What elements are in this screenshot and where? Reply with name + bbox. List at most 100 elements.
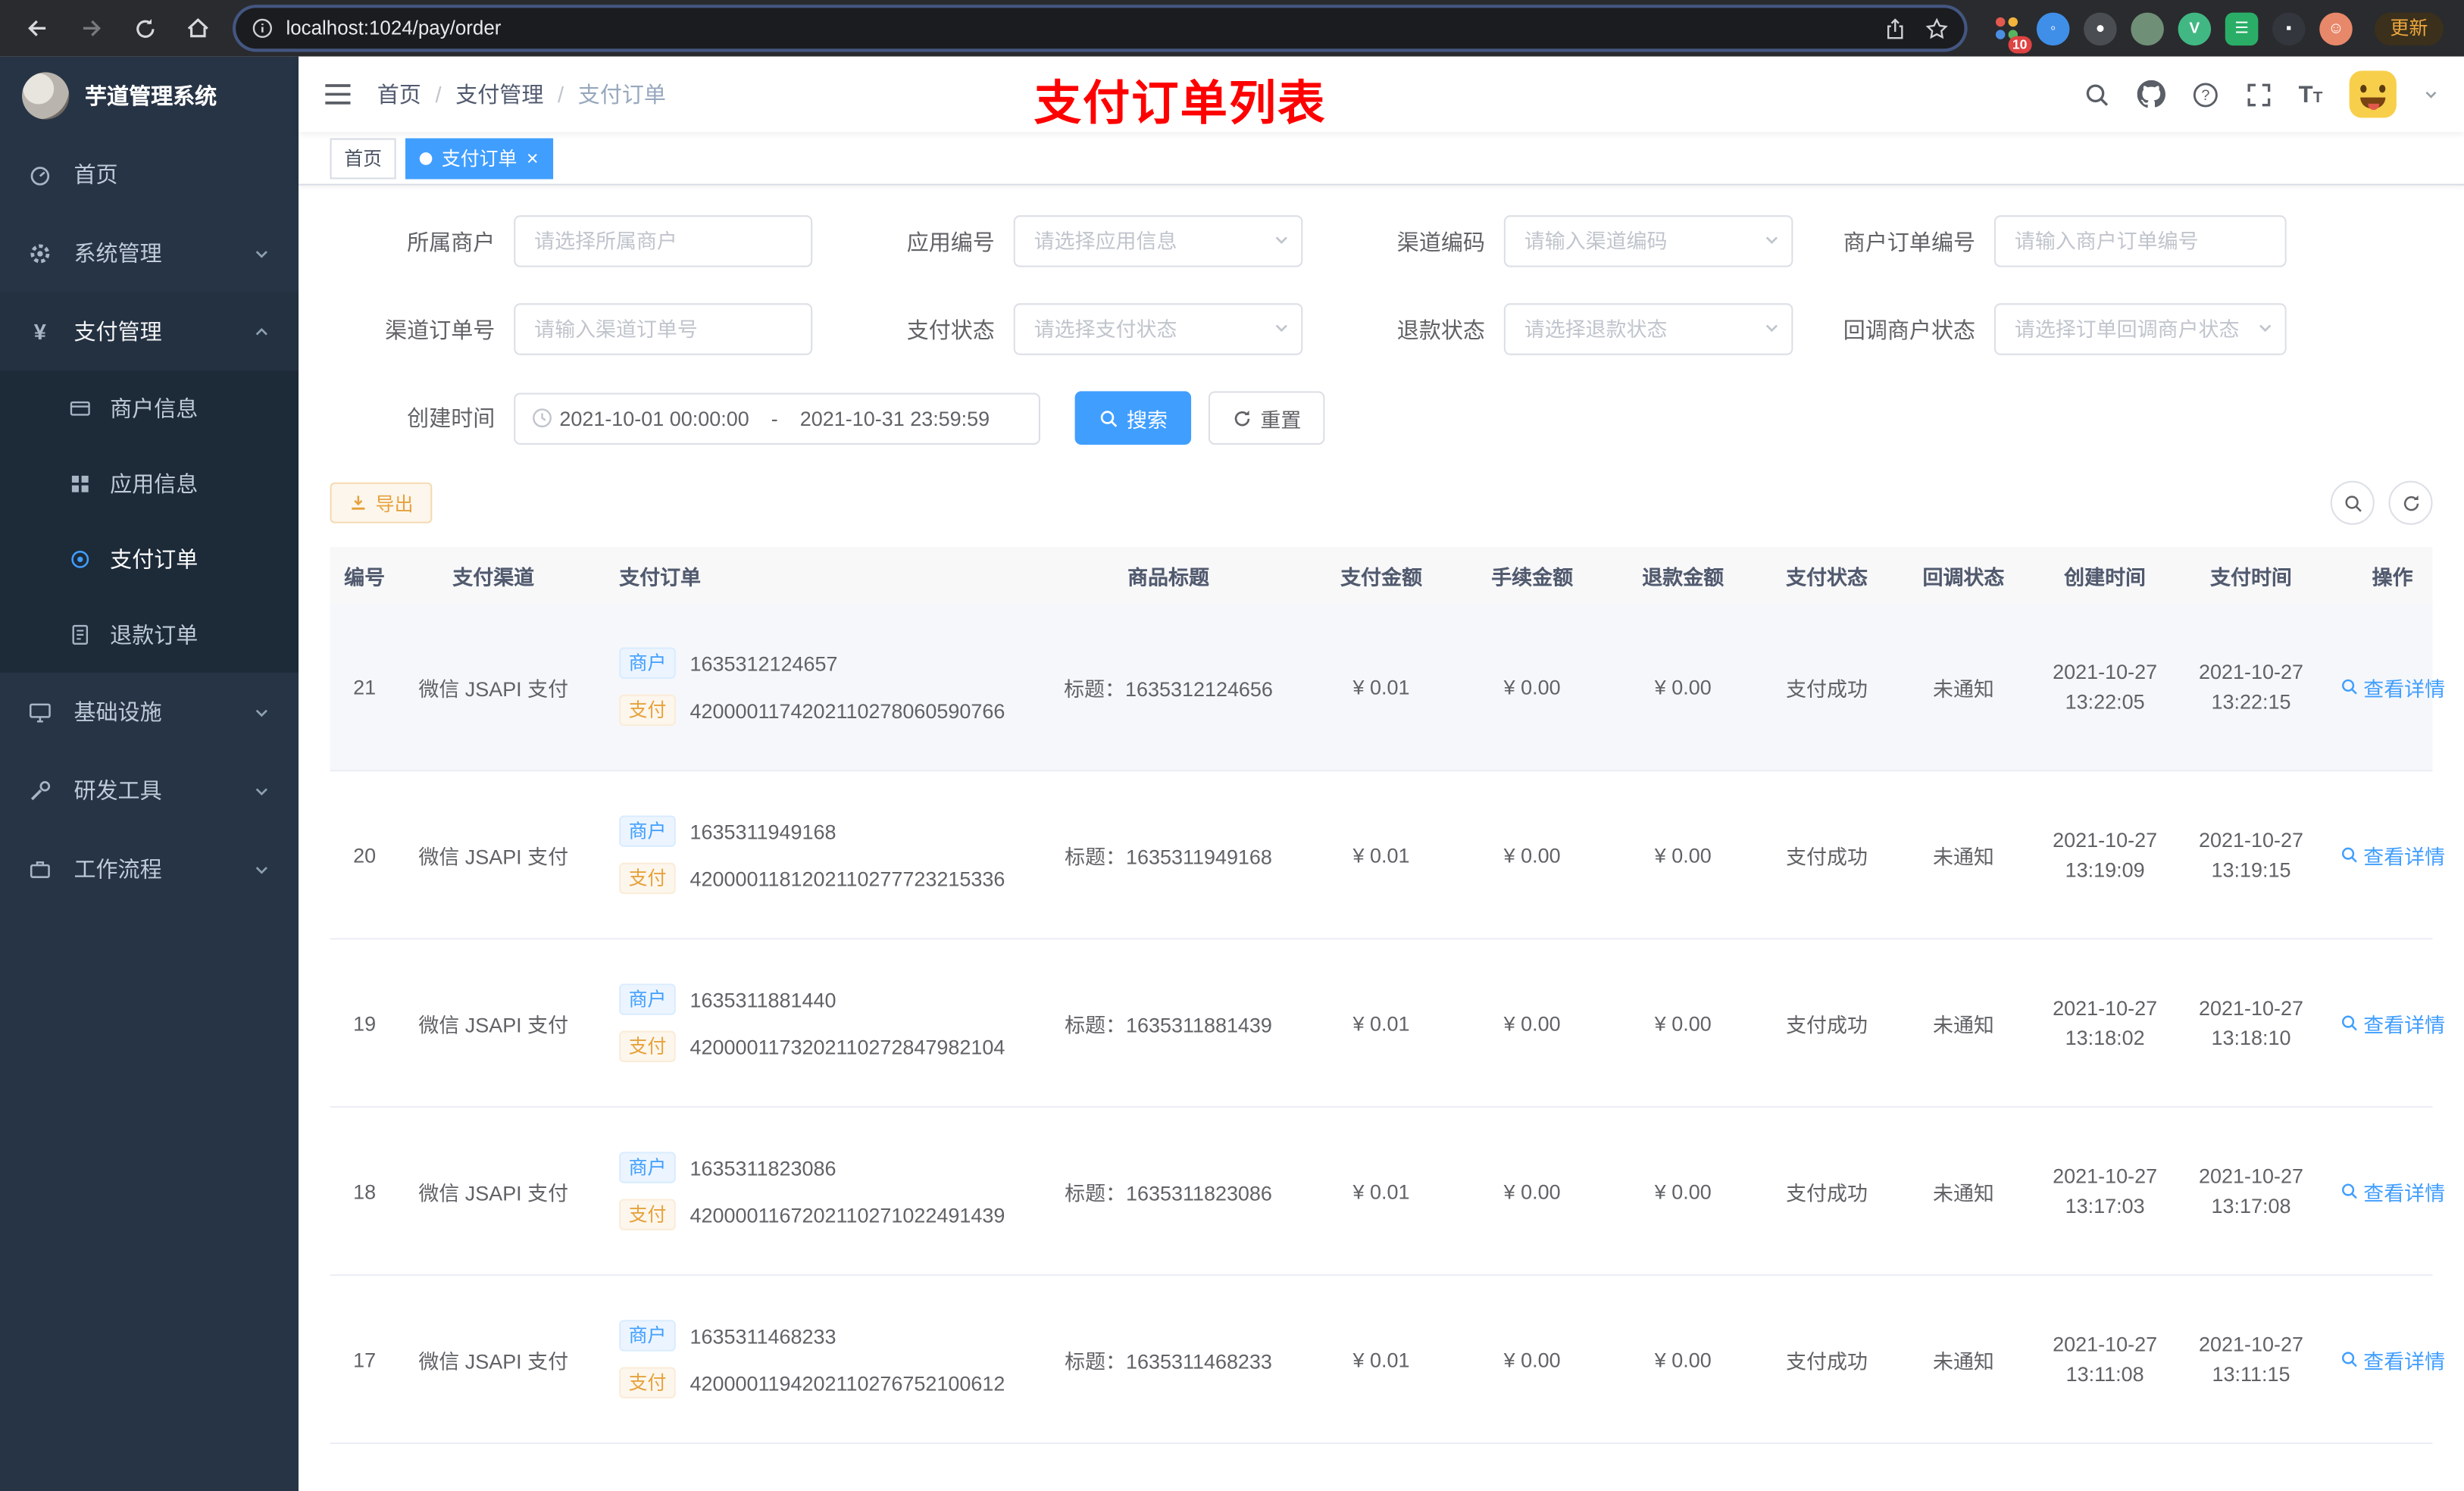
merchant-order-no: 1635311881440 bbox=[689, 987, 836, 1011]
back-icon[interactable] bbox=[16, 6, 60, 50]
sidebar-item-refund-order[interactable]: 退款订单 bbox=[0, 597, 299, 673]
col-id: 编号 bbox=[344, 564, 386, 589]
merchant-order-no-input[interactable] bbox=[1993, 215, 2287, 267]
col-subject: 商品标题 bbox=[1127, 564, 1209, 589]
export-button[interactable]: 导出 bbox=[330, 482, 433, 524]
forward-icon[interactable] bbox=[69, 6, 113, 50]
logo-title: 芋道管理系统 bbox=[84, 83, 217, 109]
cell-fee-amount: ¥ 0.00 bbox=[1503, 1179, 1561, 1203]
tab-pay-order[interactable]: 支付订单 × bbox=[405, 137, 553, 179]
filter-label: 所属商户 bbox=[407, 228, 496, 254]
help-icon[interactable]: ? bbox=[2192, 81, 2219, 108]
cell-pay-status: 支付成功 bbox=[1786, 844, 1868, 868]
search-icon[interactable] bbox=[2084, 81, 2110, 108]
sidebar-item-app-info[interactable]: 应用信息 bbox=[0, 446, 299, 522]
view-detail-link[interactable]: 查看详情 bbox=[2340, 672, 2445, 702]
extension-vue-icon[interactable]: V bbox=[2178, 11, 2212, 45]
view-detail-link[interactable]: 查看详情 bbox=[2340, 1344, 2445, 1374]
sidebar-item-pay-order[interactable]: 支付订单 bbox=[0, 522, 299, 598]
sidebar-item-system[interactable]: 系统管理 bbox=[0, 214, 299, 292]
sidebar-item-dev-tools[interactable]: 研发工具 bbox=[0, 751, 299, 830]
extension-colorful-icon[interactable]: 10 bbox=[1990, 12, 2032, 53]
search-button[interactable]: 搜索 bbox=[1074, 391, 1192, 445]
extension-blue-icon[interactable]: ◦ bbox=[2036, 11, 2070, 45]
github-icon[interactable] bbox=[2137, 80, 2165, 108]
sidebar-item-home[interactable]: 首页 bbox=[0, 135, 299, 214]
briefcase-icon bbox=[30, 860, 50, 877]
browser-menu-icon[interactable]: ⋮ bbox=[2453, 14, 2464, 42]
pay-order-no: 4200001181202110277723215336 bbox=[689, 866, 1005, 890]
filter-notify-status: 回调商户状态 bbox=[1810, 303, 2287, 355]
extension-chat-icon[interactable]: ☰ bbox=[2225, 11, 2259, 45]
filter-label: 渠道订单号 bbox=[385, 316, 496, 342]
site-info-icon[interactable] bbox=[252, 17, 274, 39]
extension-pin-icon[interactable]: ▪ bbox=[2272, 11, 2306, 45]
pay-order-no: 4200001173202110272847982104 bbox=[689, 1034, 1005, 1058]
sidebar-item-payment[interactable]: ¥ 支付管理 bbox=[0, 292, 299, 371]
tab-close-icon[interactable]: × bbox=[527, 148, 539, 168]
create-time-range[interactable]: 2021-10-01 00:00:00 - 2021-10-31 23:59:5… bbox=[514, 392, 1040, 444]
screen: localhost:1024/pay/order 10 ◦ ● V ☰ ▪ ☺ … bbox=[0, 0, 2464, 1491]
sidebar-item-workflow[interactable]: 工作流程 bbox=[0, 830, 299, 908]
sidebar-item-infra[interactable]: 基础设施 bbox=[0, 673, 299, 752]
svg-text:?: ? bbox=[2201, 86, 2209, 103]
cell-channel: 微信 JSAPI 支付 bbox=[418, 1012, 569, 1036]
breadcrumb-home[interactable]: 首页 bbox=[377, 79, 421, 110]
pay-status-select[interactable] bbox=[1013, 303, 1303, 355]
reload-icon[interactable] bbox=[123, 6, 167, 50]
extension-gray-icon[interactable]: ● bbox=[2084, 11, 2117, 45]
grid-icon bbox=[71, 475, 89, 492]
refund-status-select[interactable] bbox=[1503, 303, 1793, 355]
breadcrumb-payment[interactable]: 支付管理 bbox=[455, 79, 543, 110]
refresh-table-button[interactable] bbox=[2388, 480, 2433, 525]
sidebar-item-merchant-info[interactable]: 商户信息 bbox=[0, 370, 299, 446]
tab-label: 首页 bbox=[344, 147, 383, 170]
reset-button[interactable]: 重置 bbox=[1208, 391, 1325, 445]
cell-actions: 查看详情 bbox=[2324, 1008, 2460, 1037]
chevron-down-icon bbox=[1765, 324, 1778, 333]
fullscreen-icon[interactable] bbox=[2245, 81, 2272, 108]
hamburger-icon[interactable] bbox=[324, 82, 352, 107]
font-size-icon[interactable]: TT bbox=[2299, 81, 2323, 108]
view-detail-link[interactable]: 查看详情 bbox=[2340, 1008, 2445, 1037]
range-separator: - bbox=[771, 406, 778, 430]
tab-home[interactable]: 首页 bbox=[330, 137, 396, 179]
channel-code-select[interactable] bbox=[1503, 215, 1793, 267]
notify-status-select[interactable] bbox=[1993, 303, 2287, 355]
chevron-down-icon bbox=[255, 250, 267, 258]
app-no-select[interactable] bbox=[1013, 215, 1303, 267]
range-end: 2021-10-31 23:59:59 bbox=[799, 406, 990, 430]
view-detail-link[interactable]: 查看详情 bbox=[2340, 840, 2445, 870]
dashboard-icon bbox=[30, 166, 50, 185]
view-detail-link[interactable]: 查看详情 bbox=[2340, 1176, 2445, 1205]
merchant-input[interactable] bbox=[514, 215, 813, 267]
cell-pay-time: 2021-10-27 13:17:08 bbox=[2199, 1164, 2303, 1218]
channel-order-no-input[interactable] bbox=[514, 303, 813, 355]
cell-refund-amount: ¥ 0.00 bbox=[1654, 842, 1712, 867]
user-menu-caret-icon[interactable] bbox=[2423, 86, 2439, 102]
bookmark-star-icon[interactable] bbox=[1925, 17, 1949, 40]
refresh-icon bbox=[1234, 409, 1250, 426]
extension-avatar-icon[interactable]: ☺ bbox=[2319, 11, 2353, 45]
home-icon[interactable] bbox=[176, 6, 220, 50]
user-avatar[interactable] bbox=[2349, 70, 2397, 118]
cell-create-time: 2021-10-27 13:22:05 bbox=[2053, 660, 2158, 714]
card-icon bbox=[70, 401, 90, 416]
sidebar-item-label: 研发工具 bbox=[73, 777, 162, 803]
filter-row-1: 所属商户 应用编号 渠道编码 商户订单编号 bbox=[330, 215, 2433, 267]
col-channel: 支付渠道 bbox=[452, 564, 535, 589]
merchant-tag: 商户 bbox=[619, 647, 676, 679]
sidebar-item-label: 支付订单 bbox=[110, 546, 199, 572]
filter-label: 创建时间 bbox=[407, 405, 496, 431]
cell-id: 19 bbox=[353, 1011, 377, 1035]
sidebar-item-label: 应用信息 bbox=[110, 471, 199, 497]
address-bar[interactable]: localhost:1024/pay/order bbox=[236, 8, 1965, 49]
pay-tag: 支付 bbox=[619, 1199, 676, 1230]
tab-active-dot bbox=[419, 152, 433, 164]
share-icon[interactable] bbox=[1884, 17, 1906, 40]
toggle-search-button[interactable] bbox=[2330, 480, 2375, 525]
browser-update-button[interactable]: 更新 bbox=[2374, 11, 2444, 45]
cell-create-time: 2021-10-27 13:11:08 bbox=[2053, 1332, 2158, 1386]
logo: 芋道管理系统 bbox=[0, 57, 299, 136]
extension-green-gray-icon[interactable] bbox=[2131, 11, 2164, 45]
